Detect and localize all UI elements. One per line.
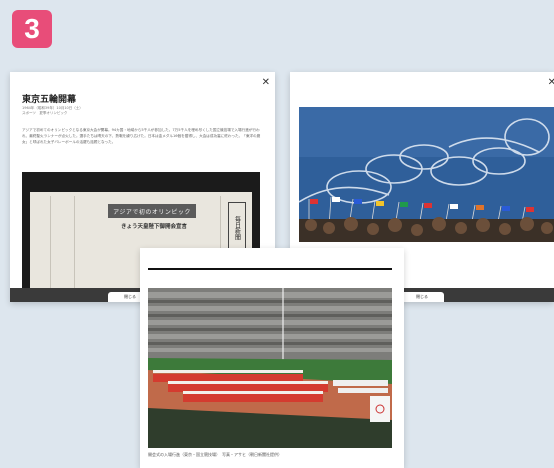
step-number-badge: 3 (12, 10, 52, 48)
stadium-photo-panel: 開会式の入場行進（東京・国立競技場） 写真・アサヒ（朝日新聞社提供） (140, 248, 404, 468)
close-icon[interactable]: ✕ (548, 78, 554, 88)
article-category: スポーツ 夏季オリンピック (22, 111, 68, 115)
newspaper-masthead: 毎日新聞 (228, 202, 246, 254)
newspaper-headline: アジアで初のオリンピック (108, 204, 196, 218)
close-icon[interactable]: ✕ (262, 78, 270, 88)
article-meta: 1964年（昭和39年）10月10日（土） スポーツ 夏季オリンピック (22, 106, 83, 116)
photo-caption: 開会式の入場行進（東京・国立競技場） 写真・アサヒ（朝日新聞社提供） (148, 452, 282, 457)
article-title: 東京五輪開幕 (22, 95, 77, 105)
close-button[interactable]: 閉じる (400, 292, 444, 302)
header-rule (148, 268, 392, 270)
sky-smoke-rings-photo (299, 107, 554, 242)
column-rule (74, 196, 75, 296)
column-rule (50, 196, 51, 296)
stadium-parade-photo (148, 288, 392, 448)
article-body: アジアで初めてのオリンピックとなる東京大会が開幕。94カ国・地域から5千人が参加… (22, 128, 261, 144)
newspaper-subheadline: きょう天皇陛下御開会宣言 (120, 224, 187, 230)
